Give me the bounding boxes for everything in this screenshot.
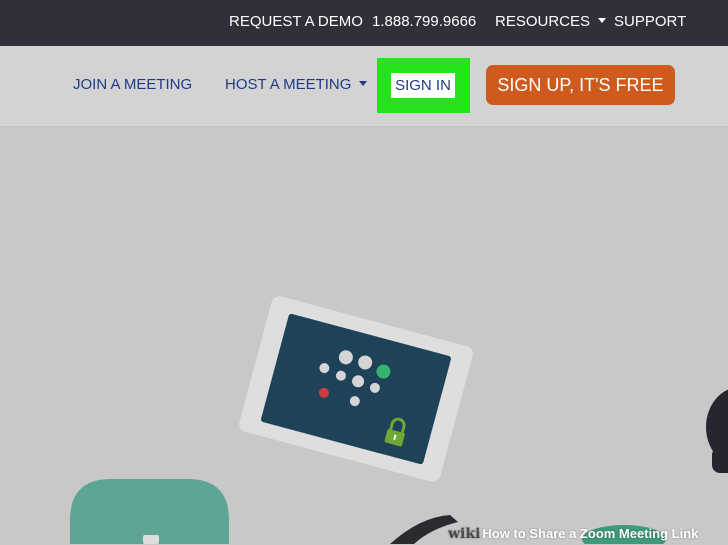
wikihow-logo-how: How <box>482 526 510 541</box>
caret-down-icon <box>598 18 607 23</box>
request-demo-link[interactable]: REQUEST A DEMO <box>229 13 363 30</box>
hero-illustration <box>70 296 728 544</box>
wikihow-watermark: wiki How to Share a Zoom Meeting Link <box>448 523 728 544</box>
host-meeting-menu[interactable]: HOST A MEETING <box>225 76 368 93</box>
resources-label: RESOURCES <box>495 13 591 30</box>
top-utility-bar: REQUEST A DEMO 1.888.799.9666 RESOURCES … <box>0 0 728 46</box>
join-meeting-link[interactable]: JOIN A MEETING <box>73 76 192 93</box>
phone-number-link[interactable]: 1.888.799.9666 <box>372 13 476 30</box>
tablet-illustration <box>239 296 473 482</box>
support-link[interactable]: SUPPORT <box>614 13 686 30</box>
sign-in-link[interactable]: SIGN IN <box>391 73 455 98</box>
resources-menu[interactable]: RESOURCES <box>495 13 607 30</box>
host-meeting-label: HOST A MEETING <box>225 76 352 93</box>
hero-illustration-area <box>0 127 728 544</box>
caret-down-icon <box>359 81 368 86</box>
microphone-illustration <box>706 389 728 473</box>
wikihow-logo-wiki: wiki <box>448 526 481 542</box>
watermark-title: to Share a Zoom Meeting Link <box>513 526 699 541</box>
chat-bubble-illustration <box>70 479 229 544</box>
sign-up-button[interactable]: SIGN UP, IT'S FREE <box>486 65 675 105</box>
main-navigation: JOIN A MEETING HOST A MEETING SIGN IN SI… <box>0 46 728 127</box>
